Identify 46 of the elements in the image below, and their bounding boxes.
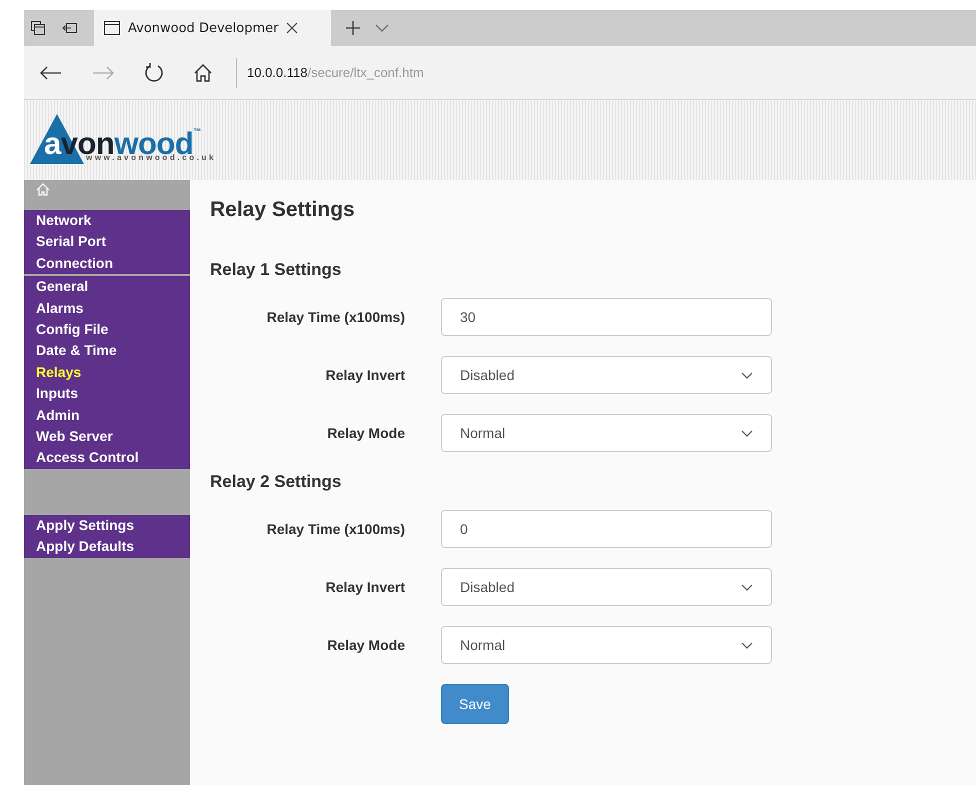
sidebar-link[interactable]: Date & Time <box>24 340 190 362</box>
browser-tab[interactable]: Avonwood Developmer <box>94 10 331 46</box>
chevron-down-icon <box>741 584 753 590</box>
sidebar-link[interactable]: Serial Port <box>24 231 190 253</box>
dropdown[interactable]: Normal <box>441 626 772 664</box>
tab-title: Avonwood Developmer <box>128 20 278 36</box>
section-heading: Relay 1 Settings <box>210 260 342 280</box>
dropdown[interactable]: Disabled <box>441 356 772 394</box>
field-label: Relay Mode <box>326 425 405 441</box>
chevron-down-icon[interactable] <box>375 24 389 32</box>
sidebar-link[interactable]: General <box>24 276 190 298</box>
field-label: Relay Time (x100ms) <box>266 521 405 537</box>
save-button[interactable]: Save <box>441 684 509 724</box>
sidebar-link[interactable]: Admin <box>24 404 190 426</box>
dropdown[interactable]: Normal <box>441 414 772 452</box>
sidebar-link[interactable]: Alarms <box>24 298 190 320</box>
input-field[interactable]: 0 <box>441 510 772 548</box>
field-label: Relay Mode <box>326 637 405 653</box>
chevron-down-icon <box>741 430 753 436</box>
home-icon[interactable] <box>194 64 212 82</box>
section-heading: Relay 2 Settings <box>210 472 342 492</box>
input-field[interactable]: 30 <box>441 298 772 336</box>
sidebar-link[interactable]: Apply Defaults <box>24 536 190 558</box>
sidebar-link[interactable]: Network <box>24 210 190 232</box>
chevron-down-icon <box>741 642 753 648</box>
close-icon[interactable] <box>286 22 298 34</box>
sidebar-link[interactable]: Access Control <box>24 447 190 469</box>
page-icon <box>104 21 120 35</box>
field-label: Relay Invert <box>324 579 405 595</box>
sidebar-link[interactable]: Inputs <box>24 383 190 405</box>
chevron-down-icon <box>741 372 753 378</box>
field-label: Relay Time (x100ms) <box>266 309 405 325</box>
address-field[interactable]: 10.0.0.118/secure/ltx_conf.htm <box>247 65 424 80</box>
refresh-icon[interactable] <box>144 62 164 84</box>
sidebar-link[interactable]: Relays <box>24 362 190 384</box>
sidebar-link[interactable]: Connection <box>24 252 190 274</box>
dropdown[interactable]: Disabled <box>441 568 772 606</box>
sidebar-link[interactable]: Config File <box>24 319 190 340</box>
sidebar-link[interactable]: Web Server <box>24 426 190 448</box>
tabs-icon[interactable] <box>30 20 46 36</box>
field-label: Relay Invert <box>324 367 405 383</box>
back-icon[interactable] <box>40 66 62 80</box>
sidebar-link[interactable]: Apply Settings <box>24 514 190 536</box>
page-title: Relay Settings <box>210 198 356 222</box>
new-tab-icon[interactable] <box>345 20 361 36</box>
set-aside-tabs-icon[interactable] <box>62 20 78 36</box>
